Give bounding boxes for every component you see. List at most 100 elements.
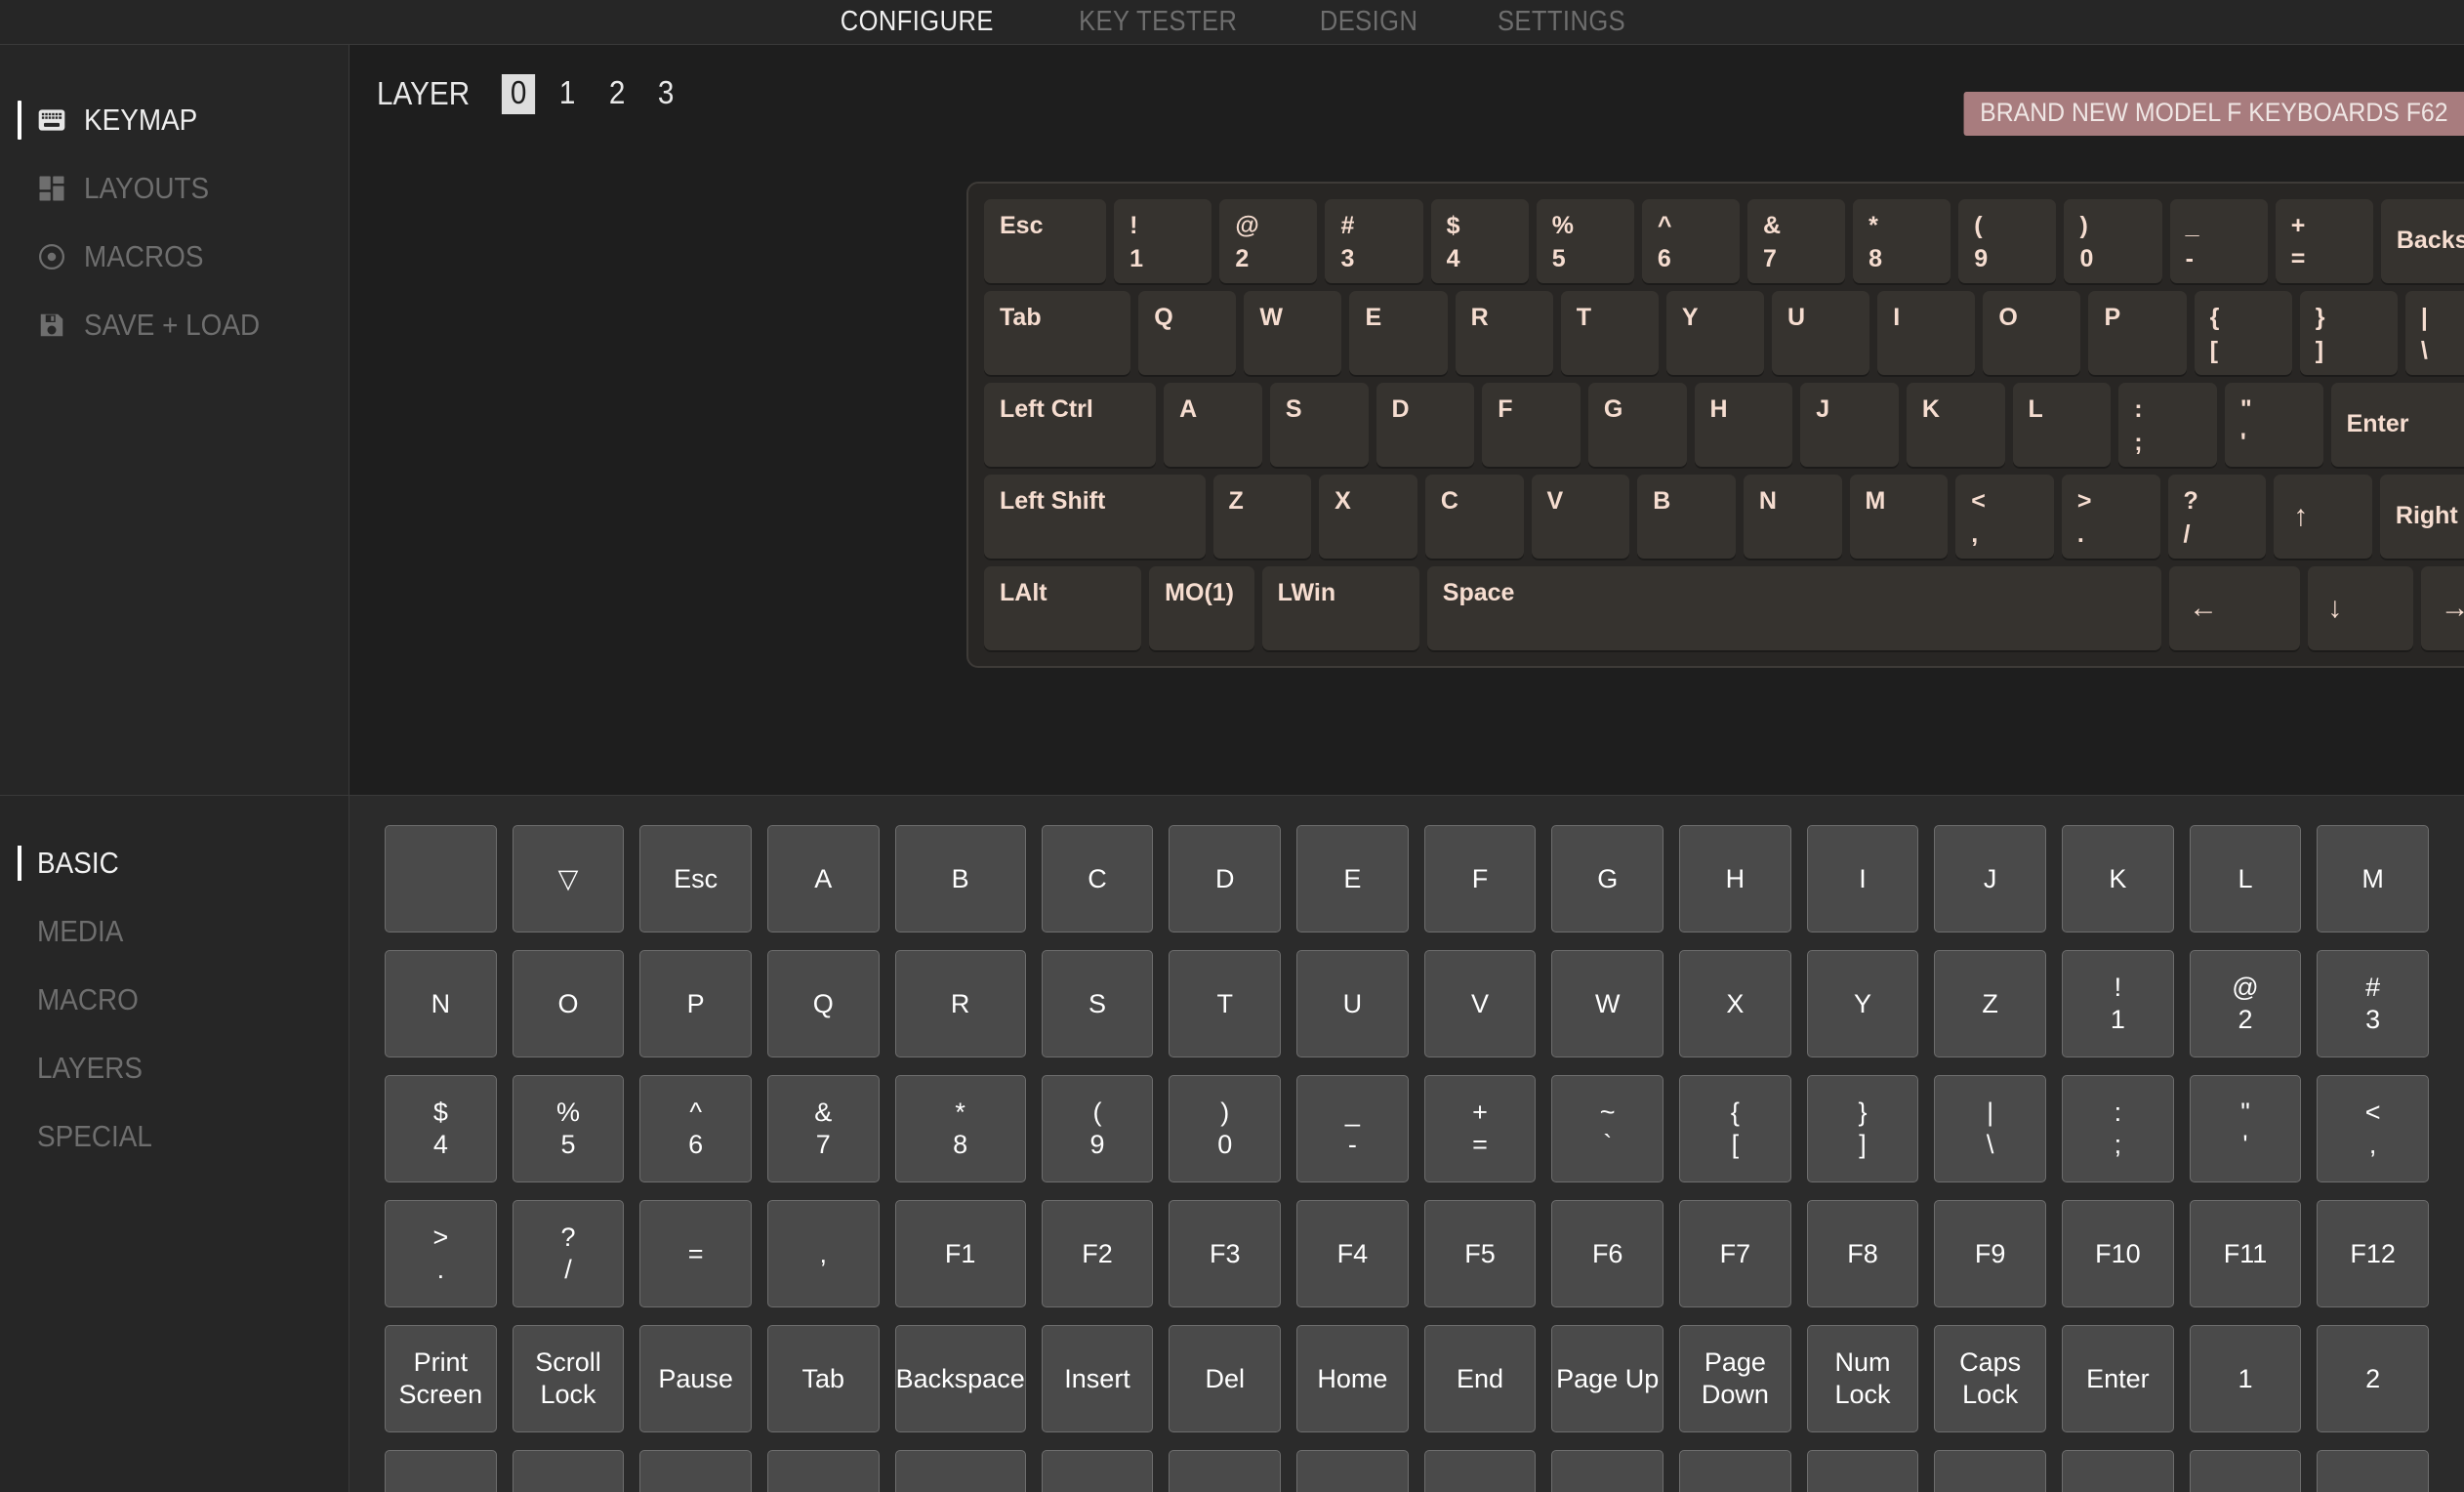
keymap-key-z[interactable]: Z xyxy=(1212,475,1312,559)
palette-key-blank[interactable] xyxy=(385,1450,497,1492)
palette-key-page-up[interactable]: Page Up xyxy=(1551,1325,1664,1432)
keymap-key-blank[interactable]: | \ xyxy=(2404,291,2464,375)
palette-key-blank[interactable] xyxy=(1169,1450,1282,1492)
palette-key-s[interactable]: S xyxy=(1041,950,1154,1057)
keymap-key-e[interactable]: E xyxy=(1349,291,1448,375)
palette-key-print-screen[interactable]: Print Screen xyxy=(385,1325,497,1432)
keymap-key-blank[interactable]: <, xyxy=(1955,475,2054,559)
palette-key-u[interactable]: U xyxy=(1296,950,1409,1057)
palette-key-blank[interactable]: + = xyxy=(1423,1075,1537,1182)
keymap-key-c[interactable]: C xyxy=(1424,475,1524,559)
layer-button-1[interactable]: 1 xyxy=(551,74,585,114)
keymap-key-left-shift[interactable]: Left Shift xyxy=(984,475,1206,559)
keymap-key-blank[interactable]: ↓ xyxy=(2308,566,2413,650)
palette-key-blank[interactable] xyxy=(894,1450,1026,1492)
palette-key-blank[interactable] xyxy=(1934,1450,2047,1492)
palette-key-blank[interactable]: | \ xyxy=(1934,1075,2047,1182)
keymap-key-k[interactable]: K xyxy=(1906,383,2005,467)
keymap-key-o[interactable]: O xyxy=(1983,291,2081,375)
palette-key-6[interactable]: ^ 6 xyxy=(639,1075,752,1182)
keymap-key-blank[interactable]: → xyxy=(2420,566,2464,650)
keymap-key-1[interactable]: ! 1 xyxy=(1114,199,1212,283)
palette-key-f12[interactable]: F12 xyxy=(2317,1200,2429,1307)
palette-key-blank[interactable]: <, xyxy=(2317,1075,2429,1182)
keymap-key-blank[interactable]: ↑ xyxy=(2274,475,2372,559)
palette-key-page-down[interactable]: Page Down xyxy=(1679,1325,1791,1432)
palette-key-5[interactable]: % 5 xyxy=(512,1075,625,1182)
sidebar-item-macros[interactable]: MACROS xyxy=(0,223,349,291)
palette-key-e[interactable]: E xyxy=(1296,825,1409,932)
keymap-key-enter[interactable]: Enter xyxy=(2330,383,2464,467)
keymap-key-h[interactable]: H xyxy=(1694,383,1793,467)
palette-key-o[interactable]: O xyxy=(512,950,625,1057)
palette-key-blank[interactable]: = xyxy=(639,1200,752,1307)
palette-key-2[interactable]: @2 xyxy=(2189,950,2302,1057)
palette-key-r[interactable]: R xyxy=(894,950,1026,1057)
keymap-key-3[interactable]: #3 xyxy=(1325,199,1423,283)
palette-key-blank[interactable]: ~ ` xyxy=(1551,1075,1664,1182)
keymap-key-b[interactable]: B xyxy=(1637,475,1736,559)
nav-tab-key-tester[interactable]: KEY TESTER xyxy=(1079,6,1237,38)
keymap-key-x[interactable]: X xyxy=(1319,475,1417,559)
keymap-key-blank[interactable]: _ - xyxy=(2169,199,2268,283)
palette-key-b[interactable]: B xyxy=(894,825,1026,932)
palette-key-blank[interactable]: :; xyxy=(2062,1075,2174,1182)
keymap-key-w[interactable]: W xyxy=(1244,291,1342,375)
palette-key-blank[interactable] xyxy=(385,825,497,932)
palette-key-blank[interactable] xyxy=(512,1450,625,1492)
palette-key-3[interactable]: #3 xyxy=(2317,950,2429,1057)
palette-key-f2[interactable]: F2 xyxy=(1041,1200,1154,1307)
palette-key-f9[interactable]: F9 xyxy=(1934,1200,2047,1307)
keymap-key-0[interactable]: ) 0 xyxy=(2064,199,2162,283)
palette-category-basic[interactable]: BASIC xyxy=(0,829,349,897)
palette-key-v[interactable]: V xyxy=(1423,950,1537,1057)
palette-key-k[interactable]: K xyxy=(2062,825,2174,932)
keymap-key-9[interactable]: (9 xyxy=(1958,199,2057,283)
palette-key-blank[interactable]: }] xyxy=(1806,1075,1919,1182)
keymap-key-5[interactable]: % 5 xyxy=(1536,199,1634,283)
keymap-key-blank[interactable]: ? / xyxy=(2167,475,2267,559)
keymap-key-backspace[interactable]: Backspace xyxy=(2380,199,2464,283)
keymap-key-right-shift[interactable]: Right Shift xyxy=(2379,475,2464,559)
palette-key-m[interactable]: M xyxy=(2317,825,2429,932)
palette-key-num-lock[interactable]: Num Lock xyxy=(1806,1325,1919,1432)
palette-key-z[interactable]: Z xyxy=(1934,950,2047,1057)
palette-key-blank[interactable]: >. xyxy=(385,1200,497,1307)
palette-key-x[interactable]: X xyxy=(1679,950,1791,1057)
keymap-key-lalt[interactable]: LAlt xyxy=(984,566,1142,650)
palette-key-f8[interactable]: F8 xyxy=(1806,1200,1919,1307)
palette-key-f7[interactable]: F7 xyxy=(1679,1200,1791,1307)
palette-key-f3[interactable]: F3 xyxy=(1169,1200,1282,1307)
palette-key-i[interactable]: I xyxy=(1806,825,1919,932)
keymap-key-f[interactable]: F xyxy=(1482,383,1581,467)
palette-key-right[interactable]: Right xyxy=(2317,1450,2429,1492)
palette-key-y[interactable]: Y xyxy=(1806,950,1919,1057)
keymap-key-blank[interactable]: {[ xyxy=(2194,291,2292,375)
palette-key-j[interactable]: J xyxy=(1934,825,2047,932)
palette-key-blank[interactable]: ? / xyxy=(512,1200,625,1307)
keymap-key-g[interactable]: G xyxy=(1587,383,1687,467)
palette-key-blank[interactable]: _ - xyxy=(1296,1075,1409,1182)
palette-key-0[interactable]: ) 0 xyxy=(1169,1075,1282,1182)
palette-key-f10[interactable]: F10 xyxy=(2062,1200,2174,1307)
palette-key-blank[interactable] xyxy=(1296,1450,1409,1492)
nav-tab-configure[interactable]: CONFIGURE xyxy=(841,6,994,38)
palette-key-caps-lock[interactable]: Caps Lock xyxy=(1934,1325,2047,1432)
palette-key-f6[interactable]: F6 xyxy=(1551,1200,1664,1307)
palette-key-blank[interactable] xyxy=(1041,1450,1154,1492)
palette-key-del[interactable]: Del xyxy=(1169,1325,1282,1432)
palette-key-n[interactable]: N xyxy=(385,950,497,1057)
palette-key-esc[interactable]: Esc xyxy=(639,825,752,932)
palette-key-h[interactable]: H xyxy=(1679,825,1791,932)
keymap-key-n[interactable]: N xyxy=(1743,475,1842,559)
keymap-key-blank[interactable]: :; xyxy=(2118,383,2217,467)
keymap-key-m[interactable]: M xyxy=(1849,475,1949,559)
palette-category-macro[interactable]: MACRO xyxy=(0,966,349,1034)
keymap-key-7[interactable]: & 7 xyxy=(1747,199,1846,283)
palette-key-9[interactable]: (9 xyxy=(1041,1075,1154,1182)
keymap-key-esc[interactable]: Esc xyxy=(984,199,1107,283)
palette-key-t[interactable]: T xyxy=(1169,950,1282,1057)
palette-key-g[interactable]: G xyxy=(1551,825,1664,932)
keymap-key-lwin[interactable]: LWin xyxy=(1261,566,1419,650)
palette-key-pause[interactable]: Pause xyxy=(639,1325,752,1432)
